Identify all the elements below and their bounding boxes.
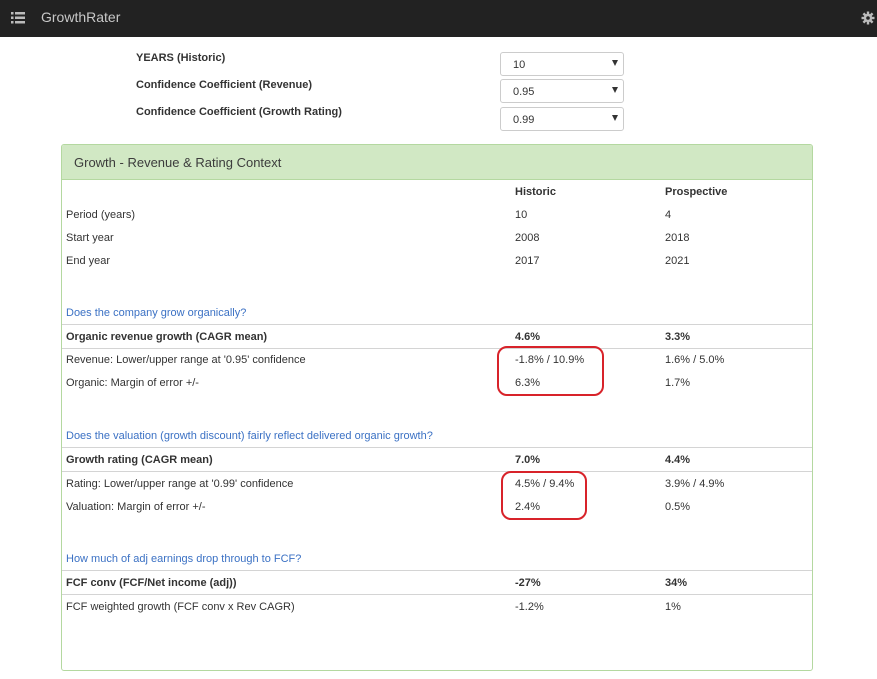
years-select[interactable]: 10 [500, 52, 624, 76]
start-year-historic: 2008 [515, 232, 540, 244]
fcf-conv-label: FCF conv (FCF/Net income (adj)) [66, 577, 237, 589]
years-label: YEARS (Historic) [136, 52, 226, 64]
revenue-range-prospective: 1.6% / 5.0% [665, 354, 725, 366]
valuation-moe-prospective: 0.5% [665, 501, 691, 513]
end-year-prospective: 2021 [665, 255, 690, 267]
divider [62, 594, 812, 595]
chevron-down-icon [612, 115, 618, 121]
divider [62, 570, 812, 571]
valuation-moe-label: Valuation: Margin of error +/- [66, 501, 206, 513]
end-year-historic: 2017 [515, 255, 540, 267]
growth-rating-prospective: 4.4% [665, 454, 691, 466]
growth-rating-historic: 7.0% [515, 454, 541, 466]
conf-rating-label: Confidence Coefficient (Growth Rating) [136, 106, 342, 118]
growth-rating-label: Growth rating (CAGR mean) [66, 454, 213, 466]
organic-growth-prospective: 3.3% [665, 331, 691, 343]
period-historic: 10 [515, 209, 528, 221]
conf-rating-select[interactable]: 0.99 [500, 107, 624, 131]
highlight-annotation-revenue [497, 346, 604, 396]
top-navbar: GrowthRater [0, 0, 877, 37]
organic-moe-label: Organic: Margin of error +/- [66, 377, 199, 389]
revenue-range-label: Revenue: Lower/upper range at '0.95' con… [66, 354, 306, 366]
app-title[interactable]: GrowthRater [41, 9, 120, 25]
rating-range-label: Rating: Lower/upper range at '0.99' conf… [66, 478, 294, 490]
panel-heading: Growth - Revenue & Rating Context [62, 145, 812, 180]
conf-rating-select-value: 0.99 [513, 114, 535, 126]
period-prospective: 4 [665, 209, 672, 221]
rating-range-prospective: 3.9% / 4.9% [665, 478, 725, 490]
fcf-conv-historic: -27% [515, 577, 541, 589]
fcf-weighted-label: FCF weighted growth (FCF conv x Rev CAGR… [66, 601, 295, 613]
divider [62, 471, 812, 472]
question-valuation: Does the valuation (growth discount) fai… [66, 430, 433, 442]
organic-moe-prospective: 1.7% [665, 377, 691, 389]
start-year-prospective: 2018 [665, 232, 690, 244]
col-prospective-header: Prospective [665, 186, 728, 198]
list-icon[interactable] [11, 11, 25, 25]
growth-context-panel: Growth - Revenue & Rating Context Histor… [61, 144, 813, 671]
chevron-down-icon [612, 60, 618, 66]
panel-title: Growth - Revenue & Rating Context [74, 155, 282, 170]
divider [62, 324, 812, 325]
conf-revenue-select[interactable]: 0.95 [500, 79, 624, 103]
question-fcf: How much of adj earnings drop through to… [66, 553, 302, 565]
conf-revenue-select-value: 0.95 [513, 86, 535, 98]
question-organic-growth: Does the company grow organically? [66, 307, 247, 319]
period-label: Period (years) [66, 209, 136, 221]
highlight-annotation-rating [501, 471, 587, 520]
chevron-down-icon [612, 87, 618, 93]
organic-growth-historic: 4.6% [515, 331, 541, 343]
gear-icon[interactable] [861, 11, 875, 25]
col-historic-header: Historic [515, 186, 556, 198]
divider [62, 348, 812, 349]
fcf-conv-prospective: 34% [665, 577, 688, 589]
fcf-weighted-prospective: 1% [665, 601, 681, 613]
divider [62, 447, 812, 448]
start-year-label: Start year [66, 232, 114, 244]
organic-growth-label: Organic revenue growth (CAGR mean) [66, 331, 268, 343]
years-select-value: 10 [513, 59, 526, 71]
conf-revenue-label: Confidence Coefficient (Revenue) [136, 79, 313, 91]
end-year-label: End year [66, 255, 111, 267]
fcf-weighted-historic: -1.2% [515, 601, 544, 613]
